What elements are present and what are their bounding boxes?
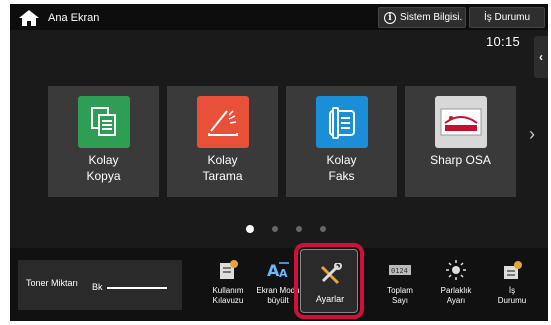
side-panel-toggle[interactable]: ‹ (534, 36, 548, 78)
home-button[interactable]: Ana Ekran (18, 8, 100, 28)
bottom-label-line1: Toplam (387, 286, 413, 295)
bottom-label-line1: Parlaklık (440, 286, 472, 295)
page-indicator (10, 225, 548, 233)
counter-icon: 0124 (386, 258, 414, 282)
svg-text:0124: 0124 (391, 267, 408, 275)
brightness-icon (442, 258, 470, 282)
system-info-button[interactable]: i Sistem Bilgisi. (378, 7, 466, 28)
scan-icon (196, 96, 249, 148)
toner-channel: Bk (92, 282, 103, 292)
system-info-label: Sistem Bilgisi. (400, 12, 463, 23)
tile-easy-scan[interactable]: Kolay Tarama (167, 86, 278, 197)
page-dot[interactable] (296, 226, 302, 232)
bottom-label-line1: Kullanım (212, 286, 244, 295)
brightness-button[interactable]: Parlaklık Ayarı (426, 258, 486, 318)
tile-easy-copy[interactable]: Kolay Kopya (48, 86, 159, 197)
chevron-left-icon: ‹ (539, 50, 543, 64)
top-bar: Ana Ekran i Sistem Bilgisi. İş Durumu (10, 4, 548, 30)
toner-label: Toner Miktarı (26, 278, 79, 288)
next-page-arrow[interactable]: › (529, 124, 535, 145)
display-mode-icon: A A (264, 258, 292, 282)
toner-level-panel: Toner Miktarı Bk (18, 260, 182, 310)
tile-sharp-osa[interactable]: Sharp OSA (405, 86, 516, 197)
home-label: Ana Ekran (48, 12, 100, 24)
tile-label-line1: Kolay (88, 153, 119, 167)
tile-label-line1: Kolay (207, 153, 238, 167)
tile-label-line1: Kolay (326, 153, 357, 167)
bottom-label-line2: Ayarı (446, 296, 466, 305)
page-dot[interactable] (272, 226, 278, 232)
info-icon: i (384, 11, 396, 24)
svg-text:A: A (279, 267, 288, 280)
bottom-label-line2: Kılavuzu (212, 296, 244, 305)
copy-icon (77, 96, 130, 148)
bottom-label-line2: Sayı (391, 296, 408, 305)
job-status-shortcut[interactable]: İş Durumu (482, 258, 542, 318)
tile-easy-fax[interactable]: Kolay Faks (286, 86, 397, 197)
tile-label-line2: Kopya (86, 169, 121, 183)
job-status-button[interactable]: İş Durumu (469, 7, 545, 28)
touch-panel-screen: Ana Ekran i Sistem Bilgisi. İş Durumu 10… (10, 4, 548, 321)
home-icon (19, 10, 39, 26)
tile-label-line2: Faks (328, 169, 355, 183)
bottom-label-line2: Durumu (497, 296, 527, 305)
tile-label-line1: Sharp OSA (430, 153, 491, 167)
fax-icon (315, 96, 368, 148)
job-status-label: İş Durumu (483, 12, 531, 23)
job-status-icon (498, 258, 526, 282)
osa-icon (434, 96, 487, 148)
chevron-right-icon: › (529, 124, 535, 144)
page-dot[interactable] (320, 226, 326, 232)
toner-level-bar (107, 287, 167, 289)
total-count-button[interactable]: 0124 Toplam Sayı (370, 258, 430, 318)
bottom-label-line1: İş (508, 286, 516, 295)
clock: 10:15 (486, 34, 521, 49)
page-dot-active[interactable] (246, 225, 254, 233)
manual-icon (214, 258, 242, 282)
bottom-bar: Toner Miktarı Bk Kullanım Kılavuzu A A E… (10, 248, 548, 321)
settings-highlight-ring (294, 243, 364, 319)
tile-label-line2: Tarama (202, 169, 243, 183)
